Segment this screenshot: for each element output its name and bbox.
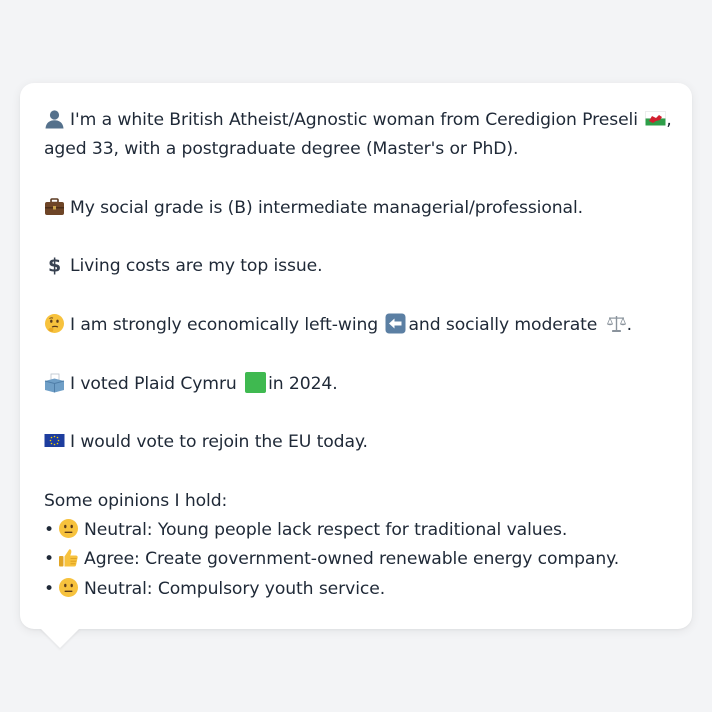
speech-bubble-tail	[40, 628, 80, 648]
eu-flag-icon	[44, 430, 65, 451]
briefcase-icon	[44, 196, 65, 217]
svg-text:$: $	[48, 255, 61, 276]
opinion-item: • Neutral: Compulsory youth service.	[44, 577, 386, 599]
social-grade-line: My social grade is (B) intermediate mana…	[44, 194, 664, 223]
opinion-item: • Agree: Create government-owned renewab…	[44, 547, 620, 570]
top-issue-text: Living costs are my top issue.	[70, 256, 323, 277]
green-square-icon	[245, 371, 267, 393]
identity-text: I'm a white British Atheist/Agnostic wom…	[70, 110, 638, 130]
opinion-text: Neutral: Compulsory youth service.	[84, 578, 386, 599]
balance-scale-icon	[606, 313, 627, 334]
opinions-heading: Some opinions I hold:	[44, 490, 228, 511]
person-icon	[44, 108, 65, 129]
ideology-economic-text: I am strongly economically left-wing	[70, 315, 379, 336]
social-grade-text: My social grade is (B) intermediate mana…	[70, 197, 584, 218]
eu-text: I would vote to rejoin the EU today.	[70, 432, 368, 453]
vote-year-text: in 2024.	[268, 373, 338, 394]
profile-text: I'm a white British Atheist/Agnostic wom…	[44, 106, 672, 604]
vote-text: I voted Plaid Cymru	[70, 373, 237, 394]
ideology-social-text: and socially moderate	[408, 315, 598, 336]
thumbs-up-icon	[58, 547, 79, 568]
identity-line: I'm a white British Atheist/Agnostic wom…	[44, 106, 672, 135]
vote-line: I voted Plaid Cymru in 2024.	[44, 370, 664, 399]
thinking-face-icon	[44, 313, 65, 334]
ballot-box-icon	[44, 372, 65, 393]
ideology-line: I am strongly economically left-wing and…	[44, 311, 664, 340]
dollar-sign-icon: $	[44, 254, 65, 276]
top-issue-line: $ Living costs are my top issue.	[44, 252, 664, 281]
opinion-text: Agree: Create government-owned renewable…	[84, 549, 620, 570]
identity-line-2: aged 33, with a postgraduate degree (Mas…	[44, 139, 519, 160]
opinion-text: Neutral: Young people lack respect for t…	[84, 520, 568, 541]
opinion-item: • Neutral: Young people lack respect for…	[44, 518, 568, 541]
wales-flag-icon	[645, 108, 667, 129]
neutral-face-icon	[58, 518, 79, 539]
eu-line: I would vote to rejoin the EU today.	[44, 428, 664, 457]
neutral-face-icon	[58, 577, 79, 598]
left-arrow-icon	[385, 313, 406, 334]
